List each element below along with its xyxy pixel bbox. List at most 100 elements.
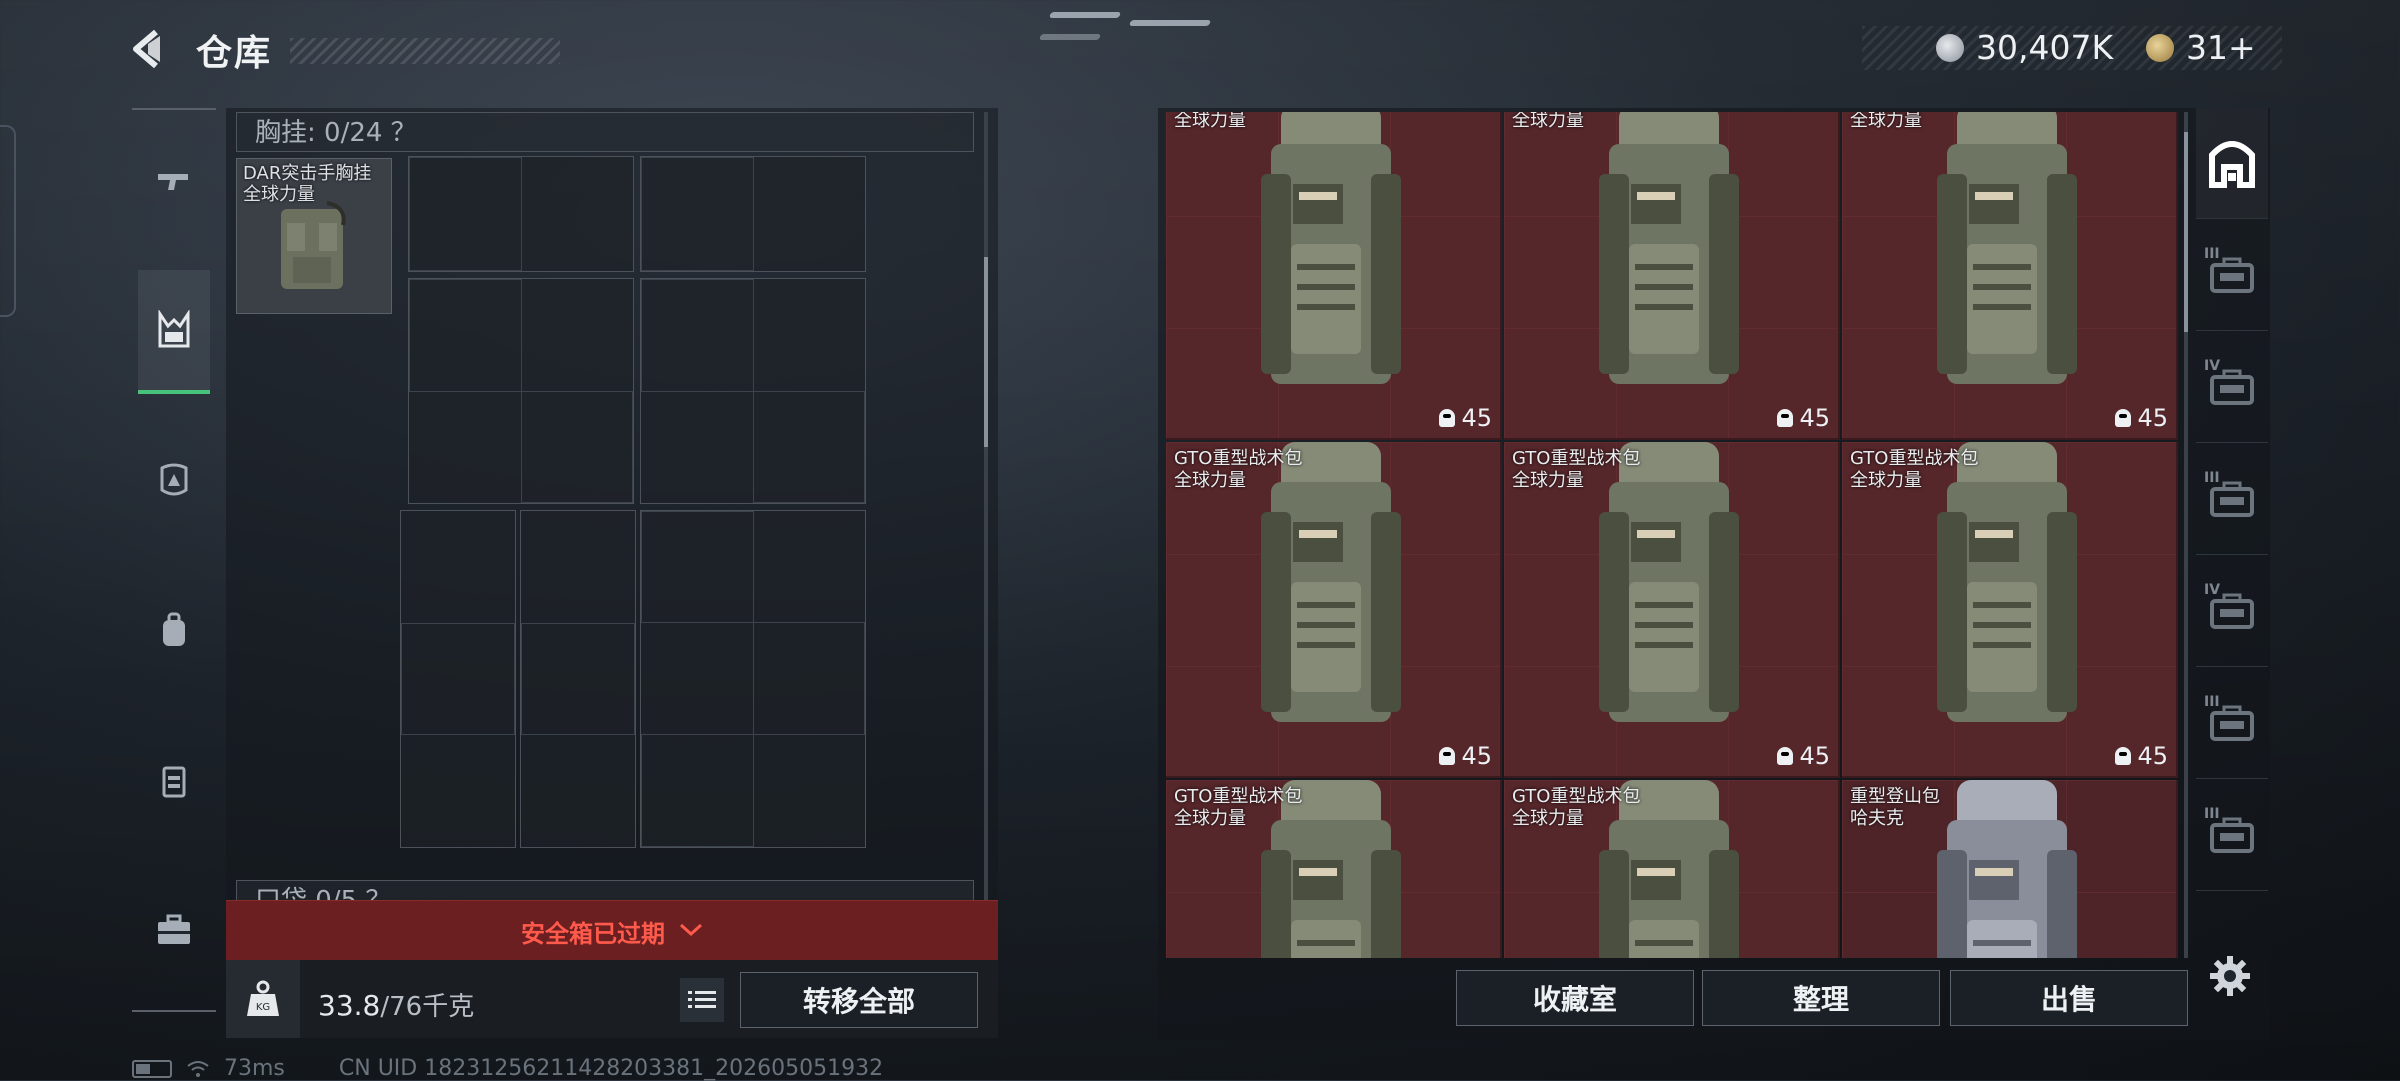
sell-button[interactable]: 出售 <box>1950 970 2188 1026</box>
loot-item[interactable]: GTO重型战术包 全球力量 45 <box>1842 442 2178 778</box>
page-title: 仓库 <box>196 33 273 74</box>
loot-item[interactable]: GTO重型战术包 全球力量 <box>1166 780 1502 958</box>
rig-item-name: DAR突击手胸挂 <box>243 163 372 184</box>
nav-weapon[interactable] <box>138 120 210 240</box>
gold-currency-amount[interactable]: 31+ <box>2186 28 2256 67</box>
ping-text: 73ms <box>224 1056 285 1081</box>
chest-rig-image <box>281 201 346 289</box>
item-qty-value: 45 <box>1799 404 1830 432</box>
backpack-image <box>1261 112 1401 384</box>
item-name: GTO重型战术包 <box>1512 786 1641 807</box>
nav-backpack[interactable] <box>138 570 210 690</box>
nav-pouch[interactable] <box>138 720 210 840</box>
item-qty-value: 45 <box>2137 404 2168 432</box>
sort-button[interactable]: 整理 <box>1702 970 1940 1026</box>
tier-label: IV <box>2204 582 2221 598</box>
item-label: GTO重型战术包 全球力量 <box>1174 786 1302 830</box>
grid-subcell <box>521 391 633 503</box>
transfer-all-button[interactable]: 转移全部 <box>740 972 978 1028</box>
grid-slot[interactable] <box>400 510 516 848</box>
gold-coin-icon <box>2146 34 2174 62</box>
nav-safe-case[interactable] <box>138 870 210 990</box>
durability-icon <box>2115 409 2132 427</box>
list-icon <box>688 991 716 1008</box>
list-view-button[interactable] <box>680 978 724 1022</box>
loot-scrollbar[interactable] <box>2184 112 2188 958</box>
storage-scrollbar[interactable] <box>984 112 988 1012</box>
background-lights <box>1038 8 1212 48</box>
item-label: GTO重型战术包 全球力量 <box>1174 448 1302 492</box>
loot-item[interactable]: GTO重型战术包 全球力量 45 <box>1166 442 1502 778</box>
container-tab[interactable] <box>2196 108 2268 219</box>
pouch-icon <box>162 766 186 798</box>
scrollbar-thumb[interactable] <box>2184 132 2188 332</box>
item-quantity: 45 <box>1439 742 1492 770</box>
item-brand: 全球力量 <box>1512 112 1584 131</box>
container-tab[interactable]: III <box>2196 220 2268 331</box>
nav-chest-rig[interactable] <box>138 270 210 394</box>
container-tab[interactable]: IV <box>2196 556 2268 667</box>
item-quantity: 45 <box>1777 742 1830 770</box>
backpack-icon <box>163 612 185 646</box>
grid-slot[interactable] <box>520 510 636 848</box>
item-quantity: 45 <box>2115 404 2168 432</box>
back-button[interactable] <box>126 26 180 76</box>
grid-slot[interactable] <box>408 278 634 504</box>
loot-item[interactable]: GTO重型战术包 全球力量 <box>1504 780 1840 958</box>
loot-grid: 全球力量 45 全球力量 45 全球力量 45 GTO重型战术包 全球力量 45… <box>1166 112 2182 958</box>
alert-text: 安全箱已过期 <box>521 919 665 948</box>
scrollbar-thumb[interactable] <box>984 257 988 447</box>
chevron-down-icon <box>679 919 703 944</box>
item-quantity: 45 <box>1777 404 1830 432</box>
loot-item[interactable]: 重型登山包 哈夫克 <box>1842 780 2178 958</box>
carry-weight: 33.8/76千克 <box>318 986 474 1023</box>
item-brand: 全球力量 <box>1174 112 1246 131</box>
item-name: GTO重型战术包 <box>1174 448 1303 469</box>
item-qty-value: 45 <box>1461 404 1492 432</box>
grid-subcell <box>753 391 865 503</box>
safe-case-expired-banner[interactable]: 安全箱已过期 <box>226 900 998 961</box>
loot-item[interactable]: 全球力量 45 <box>1504 112 1840 440</box>
item-brand: 全球力量 <box>1850 470 1922 491</box>
rig-name-label: DAR突击手胸挂 全球力量 <box>243 163 371 205</box>
container-tab[interactable]: III <box>2196 780 2268 891</box>
svg-text:KG: KG <box>256 1002 270 1013</box>
wifi-icon <box>187 1060 209 1077</box>
grid-subcell <box>521 623 635 735</box>
grid-slot[interactable] <box>640 510 866 848</box>
durability-icon <box>1439 409 1456 427</box>
loot-item[interactable]: 全球力量 45 <box>1842 112 2178 440</box>
nav-armor[interactable] <box>138 420 210 540</box>
item-name: 重型登山包 <box>1850 786 1940 807</box>
title-decoration <box>290 38 560 64</box>
grid-subcell <box>641 511 754 623</box>
chest-rig-slot[interactable]: DAR突击手胸挂 全球力量 <box>236 158 392 314</box>
loot-item[interactable]: 全球力量 45 <box>1166 112 1502 440</box>
item-brand: 全球力量 <box>1174 808 1246 829</box>
grid-subcell <box>641 734 754 847</box>
loot-item[interactable]: GTO重型战术包 全球力量 45 <box>1504 442 1840 778</box>
container-tab[interactable]: IV <box>2196 332 2268 443</box>
gear-icon <box>2210 956 2250 996</box>
container-tab[interactable]: III <box>2196 668 2268 779</box>
settings-button[interactable] <box>2208 954 2252 998</box>
grid-slot[interactable] <box>408 156 634 272</box>
item-label: GTO重型战术包 全球力量 <box>1850 448 1978 492</box>
item-brand: 全球力量 <box>1512 470 1584 491</box>
item-quantity: 45 <box>1439 404 1492 432</box>
weight-icon: KG <box>226 960 300 1038</box>
container-tab[interactable]: III <box>2196 444 2268 555</box>
grid-subcell <box>641 279 754 392</box>
item-quantity: 45 <box>2115 742 2168 770</box>
item-label: 全球力量 <box>1512 112 1584 132</box>
tier-label: III <box>2204 246 2220 262</box>
item-brand: 全球力量 <box>1850 112 1922 131</box>
grid-slot[interactable] <box>640 156 866 272</box>
item-qty-value: 45 <box>1799 742 1830 770</box>
battery-icon <box>132 1059 172 1078</box>
backpack-image <box>1937 780 2077 958</box>
collection-room-button[interactable]: 收藏室 <box>1456 970 1694 1026</box>
tier-label: III <box>2204 694 2220 710</box>
grid-subcell <box>409 157 522 271</box>
grid-slot[interactable] <box>640 278 866 504</box>
